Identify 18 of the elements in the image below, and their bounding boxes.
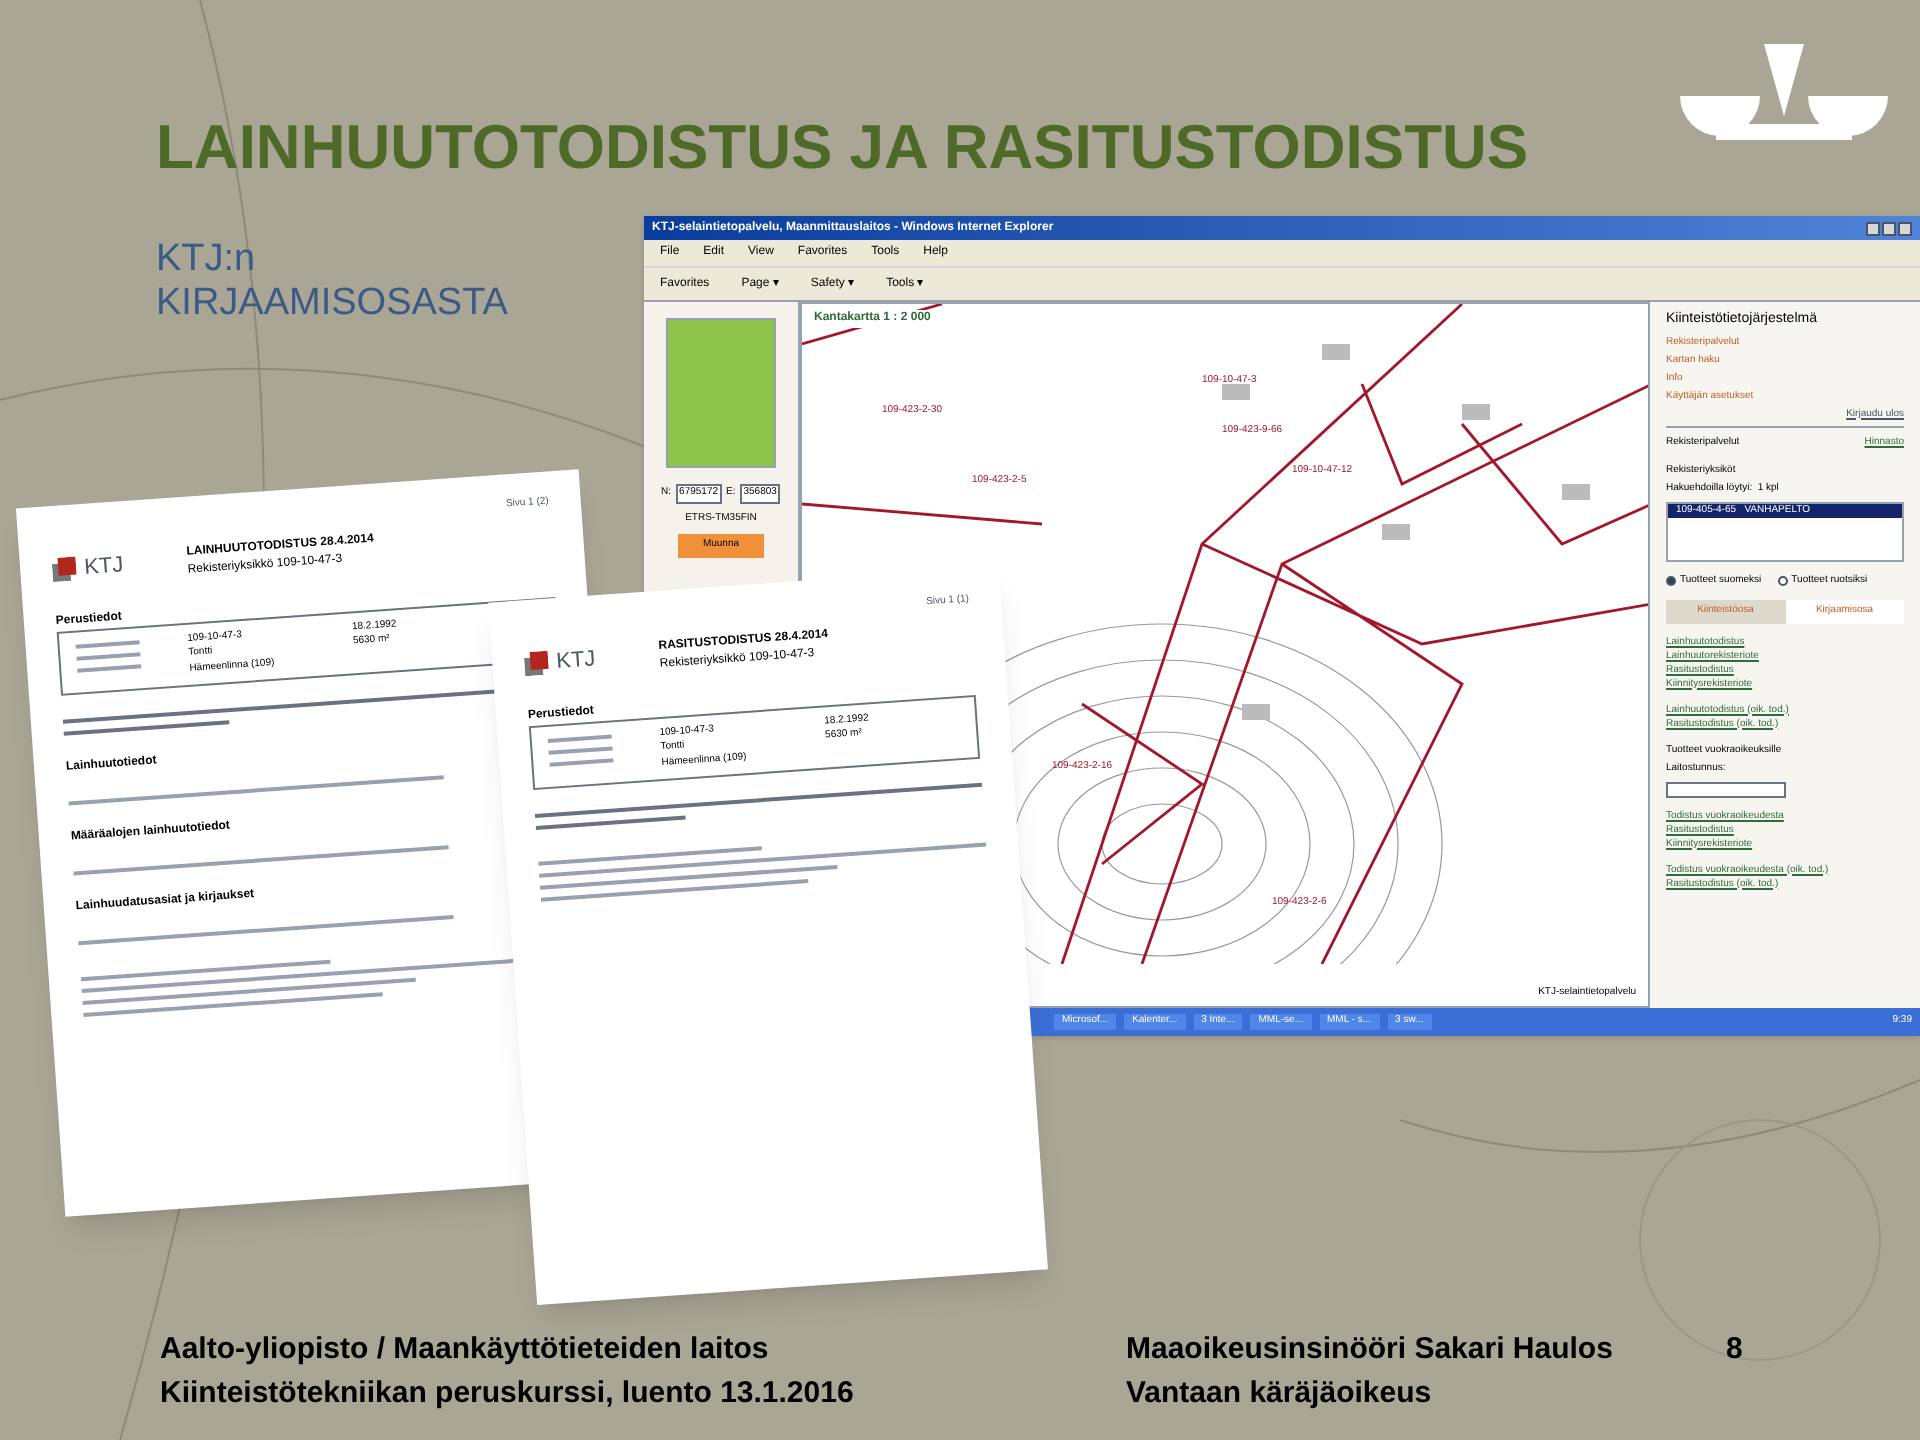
slide-subtitle: KTJ:n bbox=[156, 238, 256, 282]
logo-text: KTJ bbox=[555, 644, 597, 678]
slide-title: LAINHUUTOTODISTUS JA RASITUSTODISTUS bbox=[156, 116, 1531, 178]
logo-icon bbox=[51, 556, 78, 582]
input-field[interactable] bbox=[1666, 781, 1786, 797]
footer-text: Kiinteistötekniikan peruskurssi, luento 13.1.2016 bbox=[160, 1374, 856, 1414]
logo-icon bbox=[523, 650, 550, 676]
radio-button[interactable] bbox=[1666, 575, 1676, 586]
footer-text: Vantaan käräjäoikeus bbox=[1126, 1374, 1434, 1414]
close-icon[interactable] bbox=[1898, 221, 1912, 235]
footer-text: Aalto-yliopisto / Maankäyttötieteiden laitos bbox=[160, 1330, 771, 1370]
radio-button[interactable] bbox=[1777, 575, 1788, 586]
slide-subtitle: KIRJAAMISOSASTA bbox=[156, 282, 508, 326]
maximize-icon[interactable] bbox=[1882, 221, 1896, 235]
minimize-icon[interactable] bbox=[1866, 221, 1880, 235]
slide-number: 8 bbox=[1726, 1330, 1743, 1370]
logo-text: KTJ bbox=[83, 550, 125, 583]
footer-text: Maaoikeusinsinööri Sakari Haulos bbox=[1126, 1330, 1615, 1370]
